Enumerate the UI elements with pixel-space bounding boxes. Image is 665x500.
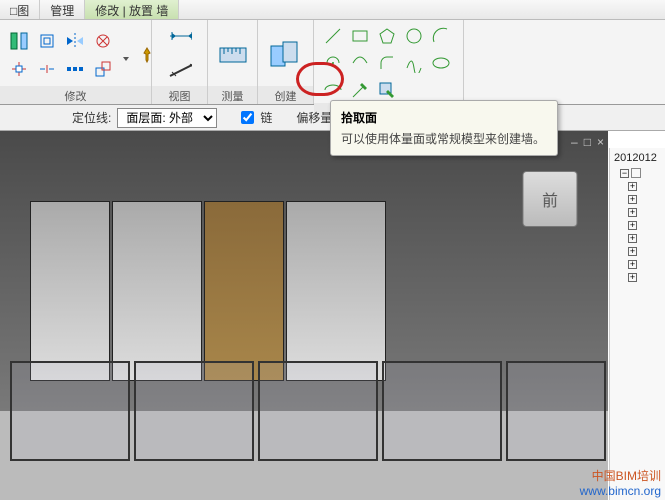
arc-center-icon[interactable] bbox=[320, 50, 346, 76]
array-icon[interactable] bbox=[62, 56, 88, 82]
polygon-icon[interactable] bbox=[374, 23, 400, 49]
cut-geom-icon[interactable] bbox=[90, 28, 116, 54]
fillet-arc-icon[interactable] bbox=[374, 50, 400, 76]
align-icon[interactable] bbox=[6, 28, 32, 54]
panel-create: 创建 bbox=[258, 20, 314, 104]
tree-expand-icon[interactable]: + bbox=[628, 182, 637, 191]
offset-icon[interactable] bbox=[34, 28, 60, 54]
panel-measure: 测量 bbox=[208, 20, 258, 104]
tooltip-title: 拾取面 bbox=[341, 109, 547, 126]
panel-draw bbox=[314, 20, 464, 104]
circle-icon[interactable] bbox=[401, 23, 427, 49]
tooltip-pick-face: 拾取面 可以使用体量面或常规模型来创建墙。 bbox=[330, 100, 558, 156]
location-line-label: 定位线: bbox=[72, 109, 111, 126]
watermark-line1: 中国BIM培训 bbox=[580, 467, 661, 484]
tree-expand-icon[interactable]: + bbox=[628, 234, 637, 243]
split-icon[interactable] bbox=[34, 56, 60, 82]
measure-icon[interactable] bbox=[214, 35, 251, 75]
ribbon-tabs: □图 管理 修改 | 放置 墙 bbox=[0, 0, 665, 20]
wall-element[interactable] bbox=[112, 201, 202, 381]
line-icon[interactable] bbox=[320, 23, 346, 49]
tree-expand-icon[interactable]: + bbox=[628, 221, 637, 230]
tree-collapse-icon[interactable]: − bbox=[620, 169, 629, 178]
arc-tangent-icon[interactable] bbox=[347, 50, 373, 76]
panel-view: 视图 bbox=[152, 20, 208, 104]
model-scene bbox=[0, 131, 608, 500]
chain-checkbox[interactable] bbox=[241, 111, 254, 124]
panel-modify-title: 修改 bbox=[0, 86, 151, 104]
mirror-axis-icon[interactable] bbox=[62, 28, 88, 54]
tree-expand-icon[interactable]: + bbox=[628, 247, 637, 256]
arc-start-end-icon[interactable] bbox=[428, 23, 454, 49]
wall-element[interactable] bbox=[30, 201, 110, 381]
browser-title: 2012012 bbox=[614, 152, 661, 164]
create-icon[interactable] bbox=[264, 35, 304, 75]
chain-label: 链 bbox=[260, 109, 272, 126]
panel-view-title: 视图 bbox=[152, 86, 207, 104]
watermark: 中国BIM培训 www.bimcn.org bbox=[580, 467, 661, 498]
watermark-line2: www.bimcn.org bbox=[580, 484, 661, 498]
tab-view[interactable]: □图 bbox=[0, 0, 40, 19]
rect-icon[interactable] bbox=[347, 23, 373, 49]
tree-expand-icon[interactable]: + bbox=[628, 195, 637, 204]
panel-measure-title: 测量 bbox=[208, 86, 257, 104]
panel-create-title: 创建 bbox=[258, 86, 313, 104]
viewcube[interactable]: 前 bbox=[522, 171, 577, 227]
tab-modify-place-wall[interactable]: 修改 | 放置 墙 bbox=[85, 0, 179, 19]
tree-expand-icon[interactable]: + bbox=[628, 260, 637, 269]
ellipse-icon[interactable] bbox=[428, 50, 454, 76]
tree-expand-icon[interactable]: + bbox=[628, 208, 637, 217]
dimension-icon[interactable] bbox=[167, 23, 193, 49]
viewport-3d[interactable]: – □ × 前 bbox=[0, 131, 608, 500]
panel-modify: 修改 bbox=[0, 20, 152, 104]
project-browser: 2012012 − + + + + + + + + bbox=[609, 148, 665, 500]
ribbon: 修改 视图 测量 创建 bbox=[0, 20, 665, 105]
tab-manage[interactable]: 管理 bbox=[40, 0, 85, 19]
location-line-select[interactable]: 面层面: 外部 bbox=[117, 108, 217, 128]
tree-node-icon bbox=[631, 168, 641, 178]
door-element[interactable] bbox=[204, 201, 284, 381]
scale-icon[interactable] bbox=[90, 56, 116, 82]
trim-icon[interactable] bbox=[6, 56, 32, 82]
curtain-wall[interactable] bbox=[0, 361, 608, 500]
tree-expand-icon[interactable]: + bbox=[628, 273, 637, 282]
wall-element[interactable] bbox=[286, 201, 386, 381]
spline-icon[interactable] bbox=[401, 50, 427, 76]
dropdown-icon[interactable] bbox=[120, 42, 132, 68]
tooltip-body: 可以使用体量面或常规模型来创建墙。 bbox=[341, 130, 547, 147]
detail-line-icon[interactable] bbox=[167, 57, 193, 83]
